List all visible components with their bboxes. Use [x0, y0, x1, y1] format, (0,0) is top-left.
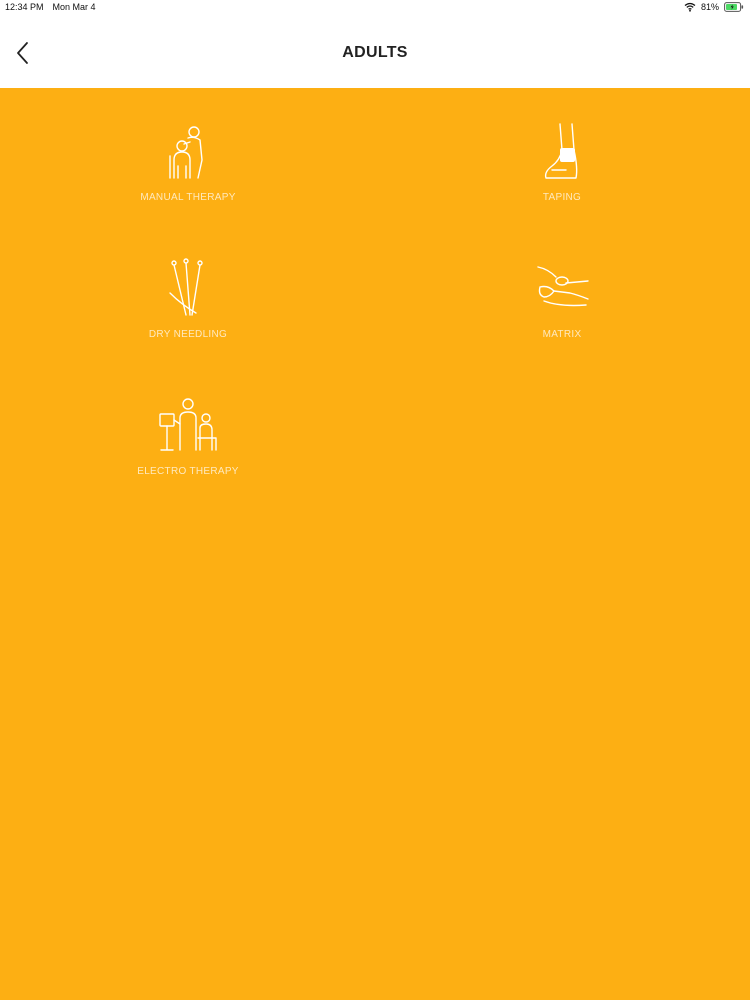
tile-label: MANUAL THERAPY [140, 192, 236, 203]
taping-icon [530, 120, 594, 184]
tile-label: DRY NEEDLING [148, 329, 228, 340]
tile-dry-needling[interactable]: DRY NEEDLING [88, 257, 288, 377]
page-title: ADULTS [342, 44, 408, 61]
status-left: 12:34 PM Mon Mar 4 [5, 2, 96, 12]
battery-icon [724, 2, 744, 12]
tile-label: TAPING [542, 192, 582, 203]
status-date: Mon Mar 4 [52, 2, 96, 12]
tile-electro-therapy[interactable]: ELECTRO THERAPY [88, 394, 288, 514]
tile-manual-therapy[interactable]: MANUAL THERAPY [88, 120, 288, 240]
tile-label: ELECTRO THERAPY [137, 466, 239, 477]
tile-matrix[interactable]: MATRIX [462, 257, 662, 377]
wifi-icon [684, 2, 696, 12]
manual-therapy-icon [156, 120, 220, 184]
electro-therapy-icon [156, 394, 220, 458]
tile-label: MATRIX [542, 329, 582, 340]
status-right: 81% [684, 2, 744, 12]
status-time: 12:34 PM [5, 2, 44, 12]
dry-needling-icon [156, 257, 220, 321]
status-bar: 12:34 PM Mon Mar 4 81% [0, 0, 750, 16]
tile-taping[interactable]: TAPING [462, 120, 662, 240]
matrix-icon [530, 257, 594, 321]
battery-percent: 81% [700, 2, 719, 12]
nav-bar: ADULTS [0, 16, 750, 88]
